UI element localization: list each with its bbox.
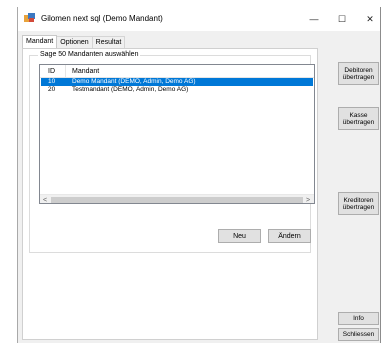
mandant-groupbox: Sage 50 Mandanten auswählen ID Mandant 1… — [29, 51, 315, 253]
info-button[interactable]: Info — [338, 312, 379, 325]
tab-panel-mandant: Sage 50 Mandanten auswählen ID Mandant 1… — [22, 48, 318, 340]
app-window: Gilomen next sql (Demo Mandant) — ☐ ✕ Ma… — [17, 7, 381, 343]
kreditoren-transfer-button[interactable]: Kreditoren übertragen — [338, 192, 379, 215]
list-row[interactable]: 10 Demo Mandant (DEMO, Admin, Demo AG) — [41, 78, 313, 86]
row-mandant: Demo Mandant (DEMO, Admin, Demo AG) — [72, 78, 196, 85]
row-id: 20 — [48, 86, 56, 93]
scroll-right-icon[interactable]: > — [303, 195, 313, 204]
close-dialog-button[interactable]: Schliessen — [338, 328, 379, 341]
tab-optionen[interactable]: Optionen — [56, 36, 93, 48]
maximize-button[interactable]: ☐ — [328, 10, 356, 28]
column-header-mandant[interactable]: Mandant — [72, 68, 99, 75]
new-button[interactable]: Neu — [218, 229, 261, 243]
mandant-list[interactable]: ID Mandant 10 Demo Mandant (DEMO, Admin,… — [39, 64, 315, 204]
groupbox-legend: Sage 50 Mandanten auswählen — [38, 51, 141, 58]
column-separator[interactable] — [65, 65, 66, 77]
window-title: Gilomen next sql (Demo Mandant) — [41, 14, 163, 23]
debitoren-transfer-button[interactable]: Debitoren übertragen — [338, 62, 379, 85]
horizontal-scrollbar[interactable]: < > — [40, 194, 314, 204]
list-row[interactable]: 20 Testmandant (DEMO, Admin, Demo AG) — [41, 86, 313, 94]
tab-mandant[interactable]: Mandant — [22, 35, 58, 48]
close-button[interactable]: ✕ — [356, 10, 384, 28]
row-mandant: Testmandant (DEMO, Admin, Demo AG) — [72, 86, 189, 93]
title-bar[interactable]: Gilomen next sql (Demo Mandant) — ☐ ✕ — [18, 7, 380, 31]
tab-strip: Mandant Optionen Resultat — [22, 35, 126, 48]
client-area: Mandant Optionen Resultat Sage 50 Mandan… — [18, 31, 380, 343]
row-id: 10 — [48, 78, 56, 85]
minimize-button[interactable]: — — [300, 10, 328, 28]
tab-resultat[interactable]: Resultat — [91, 36, 126, 48]
edit-button[interactable]: Ändern — [268, 229, 311, 243]
column-header-id[interactable]: ID — [48, 68, 55, 75]
kasse-transfer-button[interactable]: Kasse übertragen — [338, 107, 379, 130]
scroll-thumb[interactable] — [51, 197, 303, 203]
scroll-left-icon[interactable]: < — [40, 195, 50, 204]
app-icon — [24, 13, 35, 22]
list-header: ID Mandant — [40, 65, 314, 78]
